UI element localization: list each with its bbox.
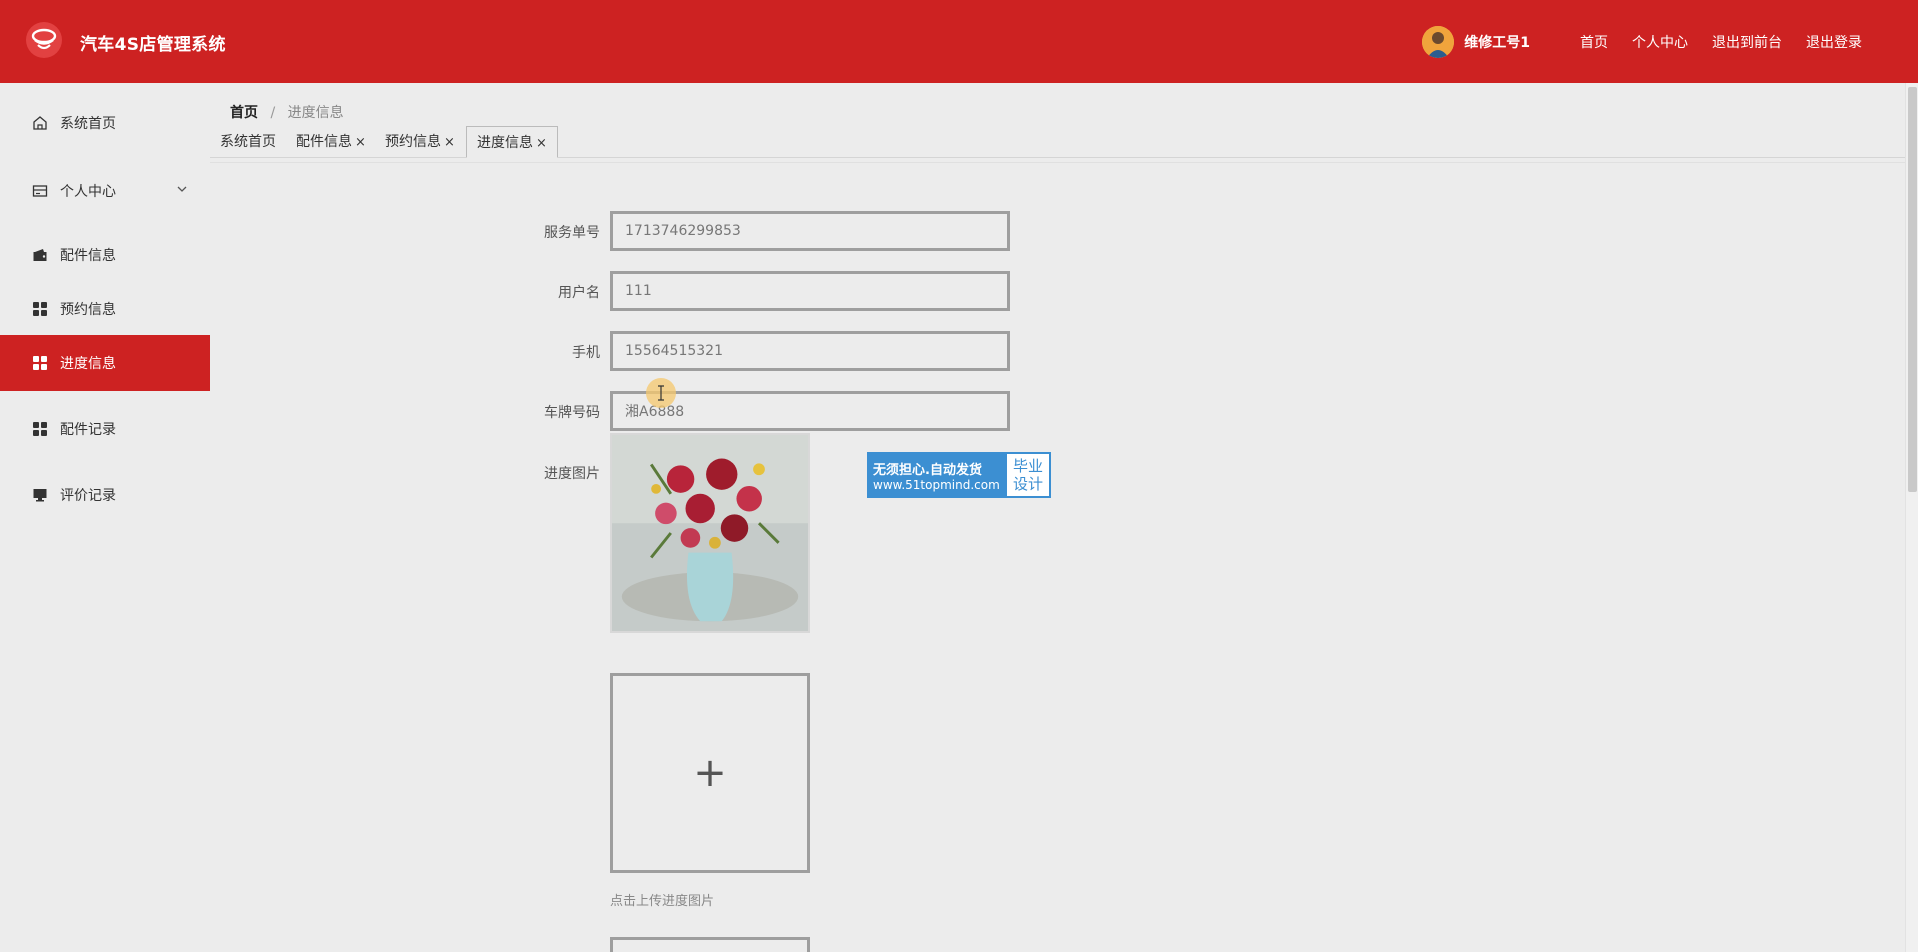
service-no-input[interactable] bbox=[610, 211, 1010, 251]
username-label: 用户名 bbox=[558, 285, 600, 301]
user-name: 维修工号1 bbox=[1464, 35, 1530, 51]
progress-status-field[interactable] bbox=[610, 937, 810, 952]
username-input[interactable] bbox=[610, 271, 1010, 311]
nav-link-profile[interactable]: 个人中心 bbox=[1632, 32, 1688, 52]
tab-label: 配件信息 bbox=[296, 134, 352, 150]
upload-tip: 点击上传进度图片 bbox=[610, 894, 715, 909]
watermark-line1: 无须担心.自动发货 bbox=[873, 462, 982, 478]
close-icon[interactable]: × bbox=[536, 136, 547, 151]
text-cursor-icon bbox=[656, 385, 666, 401]
sidebar: 系统首页 个人中心 配件信息 预约信息 进度信息 配件记录 评价记录 bbox=[0, 83, 210, 952]
home-icon bbox=[32, 115, 48, 131]
phone-input[interactable] bbox=[610, 331, 1010, 371]
app-logo bbox=[26, 22, 62, 58]
tab-bar: 系统首页 配件信息 × 预约信息 × 进度信息 × bbox=[210, 126, 1905, 158]
car-logo-icon bbox=[31, 28, 57, 50]
sidebar-item-progress[interactable]: 进度信息 bbox=[0, 335, 210, 391]
plate-label: 车牌号码 bbox=[544, 405, 600, 421]
tab-appointments[interactable]: 预约信息 × bbox=[375, 126, 465, 158]
progress-image-preview[interactable] bbox=[610, 433, 810, 633]
progress-image-label: 进度图片 bbox=[544, 466, 600, 482]
card-icon bbox=[32, 183, 48, 199]
watermark-badge-top: 毕业 bbox=[1012, 457, 1043, 475]
breadcrumb-home[interactable]: 首页 bbox=[230, 105, 258, 121]
chevron-down-icon[interactable] bbox=[176, 183, 188, 195]
close-icon[interactable]: × bbox=[444, 135, 455, 150]
sidebar-item-label: 预约信息 bbox=[60, 302, 116, 318]
tab-label: 预约信息 bbox=[385, 134, 441, 150]
avatar-icon bbox=[1422, 26, 1455, 58]
app-title: 汽车4S店管理系统 bbox=[80, 35, 226, 55]
sidebar-item-label: 配件信息 bbox=[60, 248, 116, 264]
flower-vase-image bbox=[612, 435, 808, 631]
phone-label: 手机 bbox=[572, 345, 600, 361]
sidebar-item-profile[interactable]: 个人中心 bbox=[0, 163, 210, 219]
service-no-label: 服务单号 bbox=[544, 225, 600, 241]
plus-icon: + bbox=[693, 750, 727, 796]
sidebar-item-parts[interactable]: 配件信息 bbox=[0, 227, 210, 283]
page-scrollbar[interactable] bbox=[1905, 83, 1918, 952]
sidebar-item-home[interactable]: 系统首页 bbox=[0, 95, 210, 151]
sidebar-item-label: 进度信息 bbox=[60, 356, 116, 372]
grid-icon bbox=[32, 301, 48, 317]
sidebar-item-label: 配件记录 bbox=[60, 422, 116, 438]
breadcrumb-current: 进度信息 bbox=[287, 105, 344, 121]
sidebar-item-parts-records[interactable]: 配件记录 bbox=[0, 401, 210, 457]
nav-link-home[interactable]: 首页 bbox=[1580, 32, 1608, 52]
sidebar-item-label: 评价记录 bbox=[60, 488, 116, 504]
tab-divider bbox=[210, 162, 1905, 163]
sidebar-item-appointments[interactable]: 预约信息 bbox=[0, 281, 210, 337]
user-avatar[interactable] bbox=[1422, 26, 1455, 58]
upload-image-button[interactable]: + bbox=[610, 673, 810, 873]
wallet-icon bbox=[32, 247, 48, 263]
grid-icon bbox=[32, 355, 48, 371]
breadcrumb: 首页 / 进度信息 bbox=[230, 102, 344, 122]
monitor-icon bbox=[32, 487, 48, 503]
grid-icon bbox=[32, 421, 48, 437]
header-user-area: 维修工号1 首页 个人中心 退出到前台 退出登录 bbox=[1422, 24, 1862, 60]
nav-link-logout[interactable]: 退出登录 bbox=[1806, 32, 1862, 52]
sidebar-item-label: 系统首页 bbox=[60, 116, 116, 132]
close-icon[interactable]: × bbox=[355, 135, 366, 150]
watermark-badge-bottom: 设计 bbox=[1012, 475, 1043, 493]
sidebar-item-label: 个人中心 bbox=[60, 184, 116, 200]
watermark-line2: www.51topmind.com bbox=[873, 477, 1000, 492]
top-header: 汽车4S店管理系统 维修工号1 首页 个人中心 退出到前台 退出登录 bbox=[0, 0, 1918, 83]
nav-link-frontend[interactable]: 退出到前台 bbox=[1712, 32, 1782, 52]
tab-progress[interactable]: 进度信息 × bbox=[466, 126, 558, 158]
tab-home[interactable]: 系统首页 bbox=[210, 126, 286, 158]
breadcrumb-separator: / bbox=[270, 105, 276, 121]
watermark-badge: 无须担心.自动发货 www.51topmind.com 毕业 设计 bbox=[867, 452, 1051, 498]
tab-label: 系统首页 bbox=[220, 134, 276, 150]
sidebar-item-reviews[interactable]: 评价记录 bbox=[0, 467, 210, 523]
tab-parts[interactable]: 配件信息 × bbox=[286, 126, 376, 158]
scrollbar-thumb[interactable] bbox=[1908, 87, 1917, 492]
tab-label: 进度信息 bbox=[477, 135, 533, 151]
